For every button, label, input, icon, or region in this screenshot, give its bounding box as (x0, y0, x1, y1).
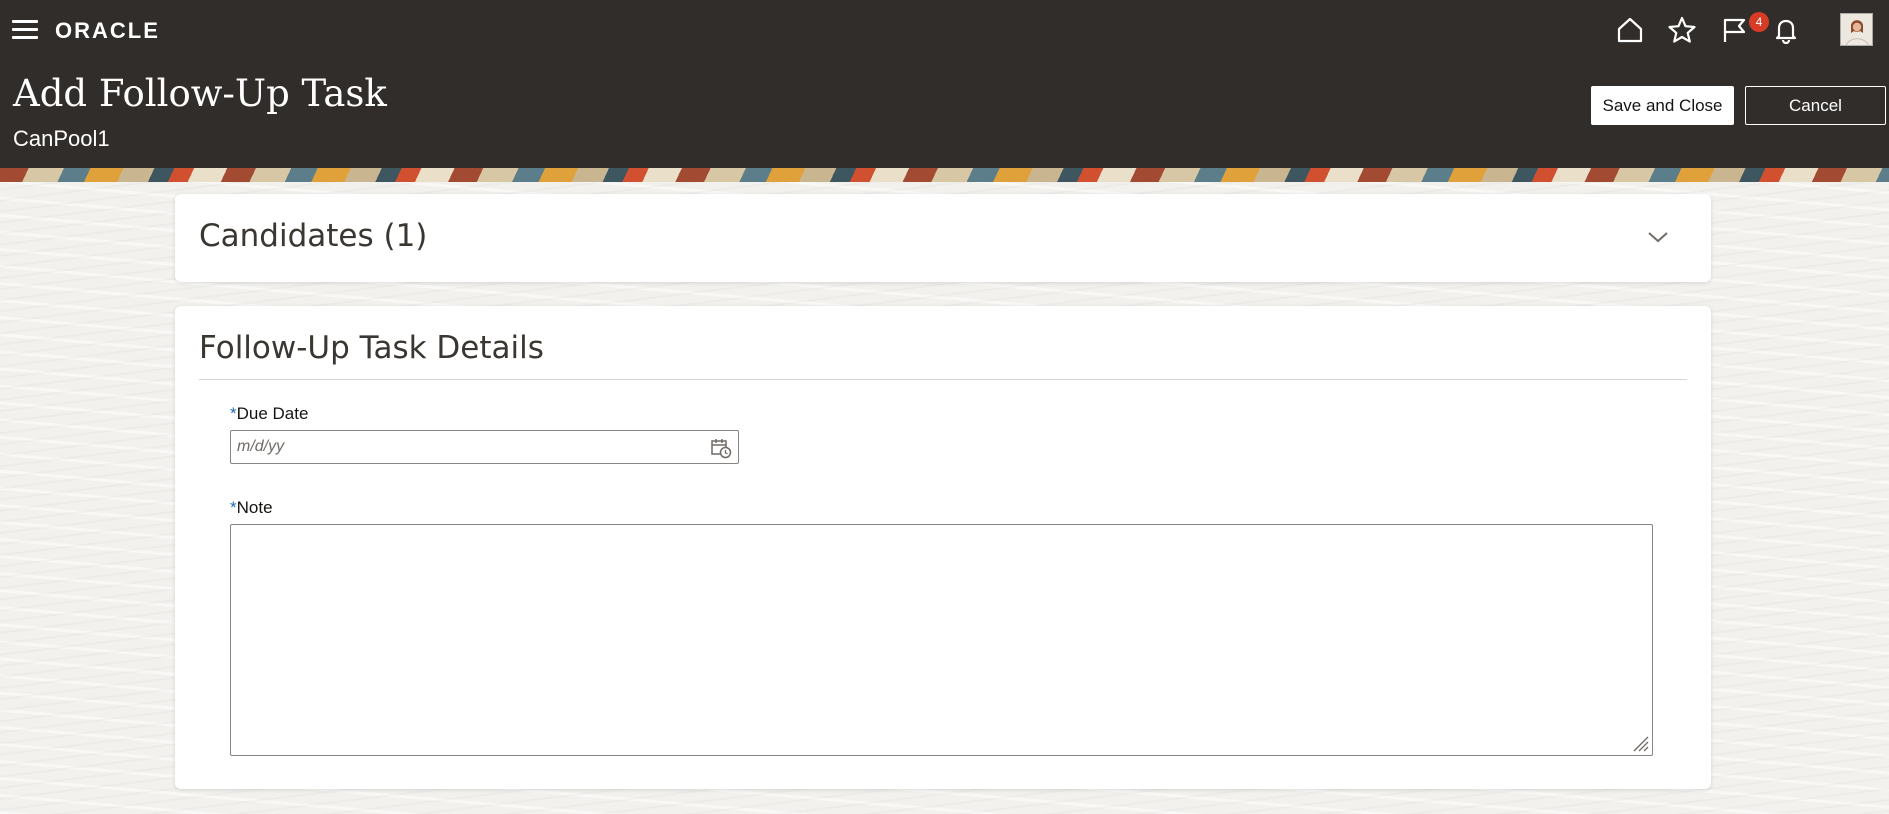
home-icon[interactable] (1614, 14, 1646, 46)
decorative-banner (0, 168, 1889, 182)
menu-icon[interactable] (12, 20, 38, 40)
candidates-section[interactable]: Candidates (1) (175, 194, 1711, 282)
page-title: Add Follow-Up Task (13, 72, 387, 115)
notification-count-badge: 4 (1749, 12, 1769, 32)
due-date-input[interactable] (230, 430, 739, 464)
user-avatar[interactable] (1840, 13, 1873, 46)
page-subtitle: CanPool1 (13, 126, 110, 151)
calendar-icon[interactable] (710, 437, 732, 459)
global-header: ORACLE 4 Add Follow-Up Task CanPool1 Sav… (0, 0, 1889, 168)
follow-up-task-details-section: Follow-Up Task Details *Due Date *Note (175, 306, 1711, 789)
due-date-label: *Due Date (230, 404, 309, 423)
required-marker: * (230, 498, 237, 517)
oracle-logo[interactable]: ORACLE (55, 18, 160, 44)
note-label: *Note (230, 498, 273, 517)
flag-icon[interactable] (1718, 14, 1750, 46)
bell-icon[interactable] (1770, 14, 1802, 46)
cancel-button[interactable]: Cancel (1745, 86, 1886, 125)
resize-handle-icon[interactable] (1628, 731, 1650, 753)
chevron-down-icon[interactable] (1643, 222, 1673, 252)
section-divider (199, 379, 1687, 380)
required-marker: * (230, 404, 237, 423)
candidates-section-title: Candidates (1) (199, 218, 428, 254)
save-and-close-button[interactable]: Save and Close (1591, 86, 1734, 125)
favorites-star-icon[interactable] (1666, 14, 1698, 46)
details-section-title: Follow-Up Task Details (199, 330, 544, 366)
note-textarea[interactable] (230, 524, 1653, 756)
